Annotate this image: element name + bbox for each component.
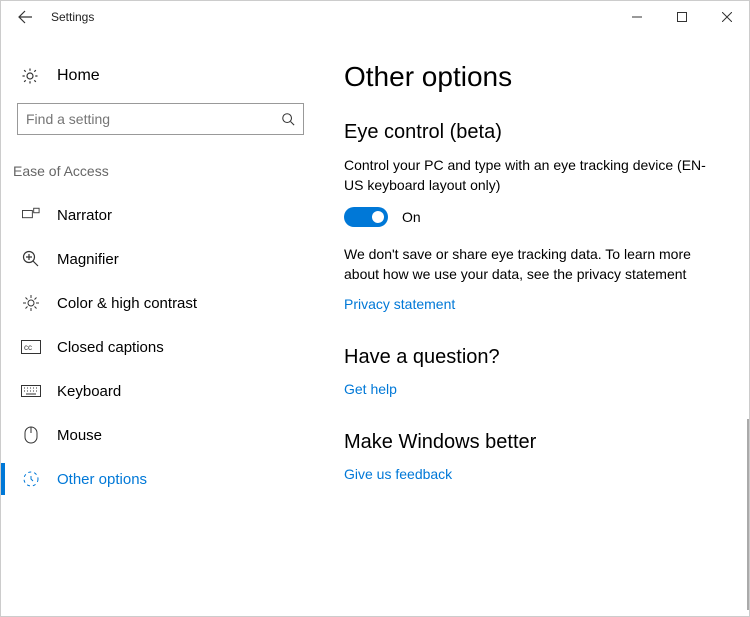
close-button[interactable]: [704, 2, 749, 32]
search-box[interactable]: [17, 103, 304, 135]
nav-label: Color & high contrast: [57, 295, 197, 312]
nav-mouse[interactable]: Mouse: [17, 413, 304, 457]
eye-control-heading: Eye control (beta): [344, 121, 733, 144]
question-heading: Have a question?: [344, 346, 733, 369]
home-link[interactable]: Home: [17, 61, 304, 103]
search-icon: [281, 112, 295, 126]
nav-narrator[interactable]: Narrator: [17, 193, 304, 237]
toggle-knob: [372, 211, 384, 223]
eye-control-toggle[interactable]: [344, 207, 388, 227]
minimize-button[interactable]: [614, 2, 659, 32]
page-title: Other options: [344, 61, 733, 93]
window-title: Settings: [45, 10, 614, 24]
close-icon: [722, 12, 732, 22]
eye-control-desc: Control your PC and type with an eye tra…: [344, 156, 714, 195]
back-button[interactable]: [5, 1, 45, 33]
nav-other-options[interactable]: Other options: [17, 457, 304, 501]
feedback-section: Make Windows better Give us feedback: [344, 431, 733, 482]
nav-label: Keyboard: [57, 383, 121, 400]
home-label: Home: [57, 67, 100, 85]
toggle-state-label: On: [402, 209, 421, 225]
cc-icon: cc: [21, 340, 41, 354]
feedback-link[interactable]: Give us feedback: [344, 466, 452, 482]
nav-closed-captions[interactable]: cc Closed captions: [17, 325, 304, 369]
nav-label: Narrator: [57, 207, 112, 224]
back-arrow-icon: [17, 9, 33, 25]
nav-color-contrast[interactable]: Color & high contrast: [17, 281, 304, 325]
title-bar: Settings: [1, 1, 749, 33]
minimize-icon: [632, 12, 642, 22]
sidebar: Home Ease of Access Narrator Magnifier: [1, 33, 316, 616]
eye-control-note: We don't save or share eye tracking data…: [344, 245, 714, 284]
window-controls: [614, 2, 749, 32]
narrator-icon: [21, 207, 41, 223]
nav-magnifier[interactable]: Magnifier: [17, 237, 304, 281]
brightness-icon: [21, 294, 41, 312]
question-section: Have a question? Get help: [344, 346, 733, 397]
maximize-button[interactable]: [659, 2, 704, 32]
privacy-statement-link[interactable]: Privacy statement: [344, 296, 455, 312]
nav-label: Closed captions: [57, 339, 164, 356]
nav-keyboard[interactable]: Keyboard: [17, 369, 304, 413]
maximize-icon: [677, 12, 687, 22]
keyboard-icon: [21, 385, 41, 397]
gear-icon: [21, 67, 39, 85]
eye-control-section: Eye control (beta) Control your PC and t…: [344, 121, 733, 312]
category-label: Ease of Access: [13, 163, 304, 179]
feedback-heading: Make Windows better: [344, 431, 733, 454]
svg-text:cc: cc: [24, 343, 32, 352]
nav-label: Magnifier: [57, 251, 119, 268]
magnifier-icon: [21, 250, 41, 268]
nav-list: Narrator Magnifier Color & high contrast…: [17, 193, 304, 501]
content-pane: Other options Eye control (beta) Control…: [316, 33, 749, 616]
mouse-icon: [21, 426, 41, 444]
search-input[interactable]: [26, 111, 281, 127]
get-help-link[interactable]: Get help: [344, 381, 397, 397]
scrollbar[interactable]: [747, 419, 749, 610]
nav-label: Mouse: [57, 427, 102, 444]
nav-label: Other options: [57, 471, 147, 488]
other-options-icon: [21, 470, 41, 488]
